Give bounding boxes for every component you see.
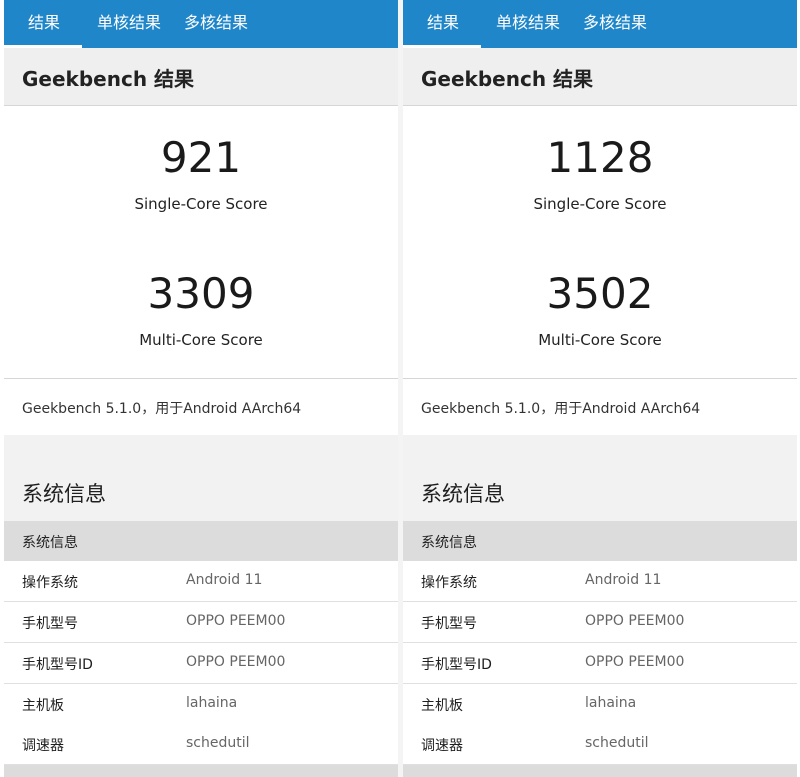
tab-results[interactable]: 结果 bbox=[427, 0, 459, 48]
table-row: 手机型号ID OPPO PEEM00 bbox=[4, 643, 398, 684]
next-table-header-partial bbox=[403, 765, 797, 777]
row-key: 主机板 bbox=[22, 698, 64, 714]
section-title-system-info: 系统信息 bbox=[421, 482, 505, 506]
table-row: 手机型号 OPPO PEEM00 bbox=[4, 602, 398, 643]
multi-core-score-value: 3502 bbox=[546, 269, 654, 318]
row-value: Android 11 bbox=[585, 572, 662, 588]
table-header-label: 系统信息 bbox=[22, 535, 78, 551]
table-row: 手机型号ID OPPO PEEM00 bbox=[403, 643, 797, 684]
tab-bar: 结果 单核结果 多核结果 bbox=[403, 0, 797, 48]
row-value: OPPO PEEM00 bbox=[585, 613, 685, 629]
table-row: 操作系统 Android 11 bbox=[403, 561, 797, 602]
row-key: 调速器 bbox=[22, 738, 64, 754]
results-panel-left: 结果 单核结果 多核结果 Geekbench 结果 921 Single-Cor… bbox=[4, 0, 398, 777]
version-info-row: Geekbench 5.1.0，用于Android AArch64 bbox=[403, 378, 797, 436]
multi-core-score-block: 3502 Multi-Core Score bbox=[403, 269, 797, 350]
next-table-header-partial bbox=[4, 765, 398, 777]
row-value: lahaina bbox=[585, 695, 637, 711]
row-value: OPPO PEEM00 bbox=[585, 654, 685, 670]
single-core-score-label: Single-Core Score bbox=[533, 195, 667, 213]
single-core-score-block: 921 Single-Core Score bbox=[4, 133, 398, 214]
table-header-label: 系统信息 bbox=[421, 535, 477, 551]
single-core-score-value: 921 bbox=[160, 133, 242, 182]
results-header: Geekbench 结果 bbox=[4, 48, 398, 106]
table-row: 操作系统 Android 11 bbox=[4, 561, 398, 602]
multi-core-score-label: Multi-Core Score bbox=[139, 331, 263, 349]
row-value: Android 11 bbox=[186, 572, 263, 588]
row-key: 操作系统 bbox=[22, 575, 78, 591]
multi-core-score-block: 3309 Multi-Core Score bbox=[4, 269, 398, 350]
tab-single-core-results[interactable]: 单核结果 bbox=[97, 0, 161, 48]
table-row: 主机板 lahaina bbox=[403, 684, 797, 725]
multi-core-score-label: Multi-Core Score bbox=[538, 331, 662, 349]
version-text: Geekbench 5.1.0，用于Android AArch64 bbox=[22, 401, 302, 417]
results-header: Geekbench 结果 bbox=[403, 48, 797, 106]
row-value: OPPO PEEM00 bbox=[186, 613, 286, 629]
results-panel-right: 结果 单核结果 多核结果 Geekbench 结果 1128 Single-Co… bbox=[403, 0, 797, 777]
single-core-score-block: 1128 Single-Core Score bbox=[403, 133, 797, 214]
row-value: schedutil bbox=[585, 735, 649, 751]
table-row: 主机板 lahaina bbox=[4, 684, 398, 725]
tab-single-core-results[interactable]: 单核结果 bbox=[496, 0, 560, 48]
system-info-table-header: 系统信息 bbox=[403, 521, 797, 561]
row-value: OPPO PEEM00 bbox=[186, 654, 286, 670]
row-key: 操作系统 bbox=[421, 575, 477, 591]
row-key: 手机型号 bbox=[22, 616, 78, 632]
row-key: 主机板 bbox=[421, 698, 463, 714]
single-core-score-value: 1128 bbox=[546, 133, 654, 182]
tab-multi-core-results[interactable]: 多核结果 bbox=[184, 0, 248, 48]
tab-multi-core-results[interactable]: 多核结果 bbox=[583, 0, 647, 48]
page-title: Geekbench 结果 bbox=[421, 67, 594, 91]
system-info-table-header: 系统信息 bbox=[4, 521, 398, 561]
version-text: Geekbench 5.1.0，用于Android AArch64 bbox=[421, 401, 701, 417]
table-row: 手机型号 OPPO PEEM00 bbox=[403, 602, 797, 643]
row-key: 手机型号 bbox=[421, 616, 477, 632]
multi-core-score-value: 3309 bbox=[147, 269, 255, 318]
table-row: 调速器 schedutil bbox=[403, 724, 797, 765]
table-row: 调速器 schedutil bbox=[4, 724, 398, 765]
tab-results[interactable]: 结果 bbox=[28, 0, 60, 48]
row-value: schedutil bbox=[186, 735, 250, 751]
page-title: Geekbench 结果 bbox=[22, 67, 195, 91]
row-value: lahaina bbox=[186, 695, 238, 711]
tab-bar: 结果 单核结果 多核结果 bbox=[4, 0, 398, 48]
row-key: 手机型号ID bbox=[22, 657, 93, 673]
row-key: 手机型号ID bbox=[421, 657, 492, 673]
section-title-system-info: 系统信息 bbox=[22, 482, 106, 506]
row-key: 调速器 bbox=[421, 738, 463, 754]
single-core-score-label: Single-Core Score bbox=[134, 195, 268, 213]
version-info-row: Geekbench 5.1.0，用于Android AArch64 bbox=[4, 378, 398, 436]
